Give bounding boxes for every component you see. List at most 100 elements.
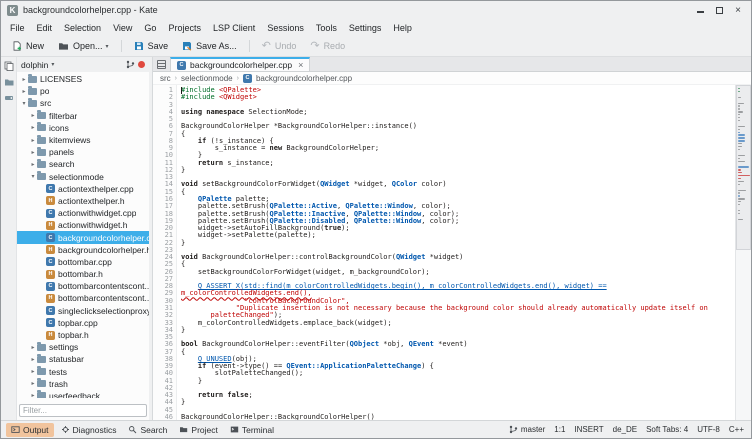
- menu-settings[interactable]: Settings: [343, 21, 388, 35]
- input-mode[interactable]: INSERT: [574, 425, 603, 434]
- dictionary[interactable]: de_DE: [613, 425, 637, 434]
- tree-item-selectionmode[interactable]: ▾selectionmode: [17, 171, 149, 183]
- tree-item-topbar-cpp[interactable]: Ctopbar.cpp: [17, 317, 149, 329]
- menu-lsp-client[interactable]: LSP Client: [207, 21, 261, 35]
- project-toolview-button[interactable]: Project: [174, 423, 222, 437]
- tree-item-topbar-h[interactable]: Htopbar.h: [17, 329, 149, 341]
- chevron-right-icon[interactable]: ▸: [29, 149, 37, 156]
- tree-item-actiontexthelper-cpp[interactable]: Cactiontexthelper.cpp: [17, 183, 149, 195]
- breadcrumb-item-src[interactable]: src: [160, 74, 171, 83]
- tree-item-settings[interactable]: ▸ settings: [17, 341, 149, 353]
- open-folder-icon: [58, 41, 69, 51]
- undo-button[interactable]: ↶ Undo: [256, 39, 303, 53]
- project-selector[interactable]: dolphin: [21, 60, 48, 70]
- tree-item-bottombarcontentscont[interactable]: Cbottombarcontentscont...: [17, 280, 149, 292]
- chevron-right-icon[interactable]: ▸: [29, 124, 37, 131]
- breadcrumb-item-file[interactable]: backgroundcolorhelper.cpp: [256, 74, 352, 83]
- h-file-icon: H: [46, 294, 55, 303]
- tree-item-bottombarcontentscont[interactable]: Hbottombarcontentscont...: [17, 292, 149, 304]
- documents-icon[interactable]: [4, 61, 14, 71]
- encoding[interactable]: UTF-8: [697, 425, 720, 434]
- tree-item-trash[interactable]: ▸ trash: [17, 378, 149, 390]
- chevron-right-icon[interactable]: ▸: [29, 161, 37, 168]
- menu-selection[interactable]: Selection: [58, 21, 107, 35]
- minimap-line: [738, 129, 740, 130]
- new-button[interactable]: New: [6, 39, 50, 53]
- minimap-line: [738, 140, 745, 141]
- tree-item-userfeedback[interactable]: ▸userfeedback: [17, 390, 149, 398]
- titlebar[interactable]: K backgroundcolorhelper.cpp - Kate ×: [1, 1, 751, 19]
- chevron-down-icon[interactable]: ▾: [29, 173, 37, 180]
- tree-item-tests[interactable]: ▸tests: [17, 366, 149, 378]
- open-button[interactable]: Open... ▾: [52, 39, 115, 53]
- cpp-file-icon: C: [46, 318, 55, 327]
- git-branch-icon[interactable]: [126, 60, 135, 69]
- tree-item-licenses[interactable]: ▸LICENSES: [17, 73, 149, 85]
- tree-item-panels[interactable]: ▸panels: [17, 146, 149, 158]
- tree-item-label: trash: [49, 379, 68, 389]
- menu-go[interactable]: Go: [138, 21, 162, 35]
- tree-item-label: userfeedback: [49, 391, 100, 398]
- tree-item-bottombar-cpp[interactable]: Cbottombar.cpp: [17, 256, 149, 268]
- tree-item-label: settings: [49, 342, 78, 352]
- chevron-right-icon[interactable]: ▸: [29, 368, 37, 375]
- tree-item-kitemviews[interactable]: ▸kitemviews: [17, 134, 149, 146]
- tree-item-bottombar-h[interactable]: Hbottombar.h: [17, 268, 149, 280]
- chevron-down-icon[interactable]: ▾: [20, 100, 28, 107]
- chevron-right-icon[interactable]: ▸: [29, 356, 37, 363]
- menu-help[interactable]: Help: [387, 21, 418, 35]
- folder-icon: [37, 149, 46, 156]
- tree-item-singleclickselectionproxy[interactable]: Csingleclickselectionproxy...: [17, 305, 149, 317]
- tree-item-backgroundcolorhelper-h[interactable]: Hbackgroundcolorhelper.h: [17, 244, 149, 256]
- menu-edit[interactable]: Edit: [31, 21, 59, 35]
- tab-settings[interactable]: Soft Tabs: 4: [646, 425, 688, 434]
- menu-view[interactable]: View: [107, 21, 138, 35]
- tree-item-label: actiontexthelper.h: [58, 196, 125, 206]
- chevron-right-icon[interactable]: ▸: [29, 380, 37, 387]
- menu-tools[interactable]: Tools: [310, 21, 343, 35]
- document-list-icon[interactable]: [157, 60, 166, 69]
- tree-item-search[interactable]: ▸search: [17, 158, 149, 170]
- tree-item-actionwithwidget-h[interactable]: Hactionwithwidget.h: [17, 219, 149, 231]
- minimap[interactable]: [735, 85, 751, 420]
- menu-sessions[interactable]: Sessions: [261, 21, 310, 35]
- editor-area: C backgroundcolorhelper.cpp × src › sele…: [152, 57, 751, 420]
- git-branch-indicator[interactable]: master: [509, 425, 545, 434]
- menu-file[interactable]: File: [4, 21, 31, 35]
- save-as-button[interactable]: Save As...: [176, 39, 243, 53]
- tree-item-src[interactable]: ▾src: [17, 97, 149, 109]
- filter-input[interactable]: [19, 404, 147, 417]
- cpp-file-icon: C: [46, 306, 55, 315]
- tree-item-icons[interactable]: ▸icons: [17, 122, 149, 134]
- minimize-button[interactable]: [697, 11, 704, 13]
- output-toolview-button[interactable]: Output: [6, 423, 54, 437]
- chevron-right-icon[interactable]: ▸: [20, 76, 28, 83]
- tree-item-backgroundcolorhelper-c[interactable]: Cbackgroundcolorhelper.c...: [17, 231, 149, 243]
- close-window-button[interactable]: ×: [735, 7, 741, 14]
- search-toolview-button[interactable]: Search: [123, 423, 172, 437]
- breadcrumb-item-selectionmode[interactable]: selectionmode: [181, 74, 233, 83]
- tree-item-actiontexthelper-h[interactable]: Hactiontexthelper.h: [17, 195, 149, 207]
- menu-projects[interactable]: Projects: [162, 21, 207, 35]
- diagnostics-toolview-button[interactable]: Diagnostics: [56, 423, 122, 437]
- cursor-position[interactable]: 1:1: [554, 425, 565, 434]
- tree-item-actionwithwidget-cpp[interactable]: Cactionwithwidget.cpp: [17, 207, 149, 219]
- chevron-right-icon[interactable]: ▸: [29, 137, 37, 144]
- chevron-right-icon[interactable]: ▸: [29, 112, 37, 119]
- tree-item-statusbar[interactable]: ▸statusbar: [17, 353, 149, 365]
- redo-button[interactable]: ↷ Redo: [304, 39, 351, 53]
- code-lines[interactable]: #include <QPalette>#include <QWidget>usi…: [177, 85, 735, 420]
- filesystem-icon[interactable]: [4, 93, 14, 103]
- chevron-right-icon[interactable]: ▸: [20, 88, 28, 95]
- tab-backgroundcolorhelper[interactable]: C backgroundcolorhelper.cpp ×: [170, 57, 310, 71]
- highlight-mode[interactable]: C++: [729, 425, 744, 434]
- save-button[interactable]: Save: [128, 39, 175, 53]
- terminal-toolview-button[interactable]: Terminal: [225, 423, 279, 437]
- chevron-right-icon[interactable]: ▸: [29, 344, 37, 351]
- tree-item-po[interactable]: ▸po: [17, 85, 149, 97]
- new-button-label: New: [26, 41, 44, 51]
- projects-icon[interactable]: [4, 77, 14, 87]
- maximize-button[interactable]: [716, 7, 723, 14]
- tree-item-filterbar[interactable]: ▸filterbar: [17, 110, 149, 122]
- tab-close-icon[interactable]: ×: [298, 60, 303, 70]
